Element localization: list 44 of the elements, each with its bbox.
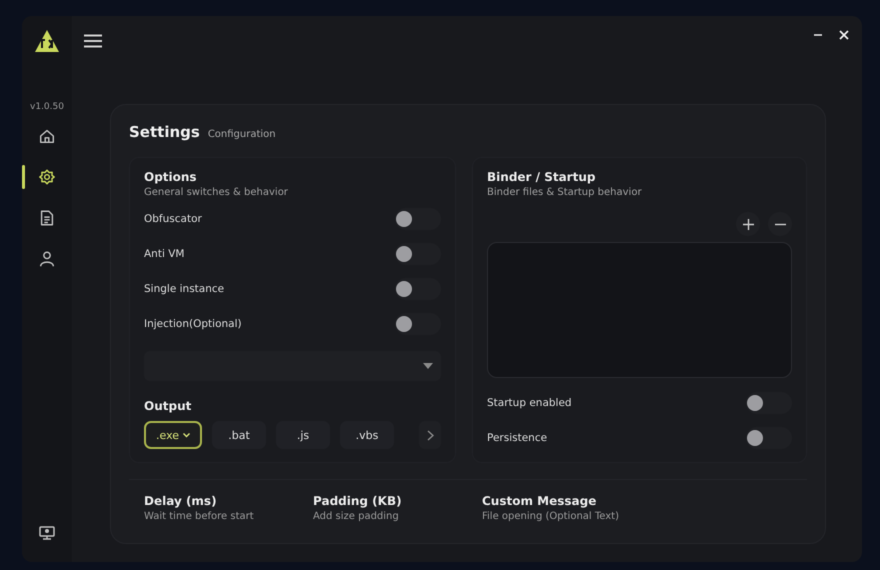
format-button[interactable]: .vbs (340, 421, 394, 449)
chevron-right-icon (426, 430, 434, 440)
next-button[interactable] (419, 421, 442, 449)
field-title: Custom Message (482, 494, 598, 508)
switch-label: Anti VM (144, 248, 184, 260)
add-button[interactable] (736, 212, 760, 236)
format-button[interactable]: .bat (212, 421, 266, 449)
document-icon (38, 209, 56, 227)
monitor-icon[interactable] (39, 526, 55, 540)
field-title: Padding (KB) (313, 494, 403, 508)
toggle-switch[interactable] (395, 243, 442, 265)
close-icon[interactable] (838, 29, 850, 41)
switch-label: Persistence (487, 432, 548, 444)
caret-icon (423, 363, 434, 369)
toggle-switch[interactable] (746, 392, 792, 414)
gear-icon (38, 168, 56, 186)
card-subtitle: Binder files & Startup behavior (487, 187, 643, 198)
field-subtitle: Add size padding (313, 511, 400, 522)
field-subtitle: Wait time before start (144, 511, 255, 522)
toggle-switch[interactable] (395, 208, 442, 230)
field-subtitle: File opening (Optional Text) (482, 511, 620, 522)
format-button[interactable]: .exe (144, 421, 202, 449)
user-icon (38, 250, 56, 268)
toggle-switch[interactable] (395, 313, 442, 335)
home-icon (38, 127, 56, 145)
card-title: Binder / Startup (487, 170, 596, 184)
menu-icon[interactable] (84, 34, 102, 48)
card-subtitle: General switches & behavior (144, 187, 289, 198)
plus-icon (742, 218, 754, 230)
switch-label: Injection(Optional) (144, 318, 242, 330)
card-title: Options (144, 170, 198, 184)
switch-label: Single instance (144, 283, 224, 295)
chevron-down-icon (183, 432, 190, 438)
toggle-switch[interactable] (746, 427, 792, 449)
version-label: v1.0.50 (30, 102, 64, 112)
switch-label: Startup enabled (487, 397, 572, 409)
toggle-switch[interactable] (395, 278, 442, 300)
switch-label: Obfuscator (144, 213, 202, 225)
output-title: Output (144, 399, 192, 413)
page-subtitle: Configuration (208, 129, 276, 140)
page-title: Settings (129, 123, 200, 141)
field-title: Delay (ms) (144, 494, 218, 508)
format-button[interactable]: .js (276, 421, 330, 449)
remove-button[interactable] (768, 212, 792, 236)
